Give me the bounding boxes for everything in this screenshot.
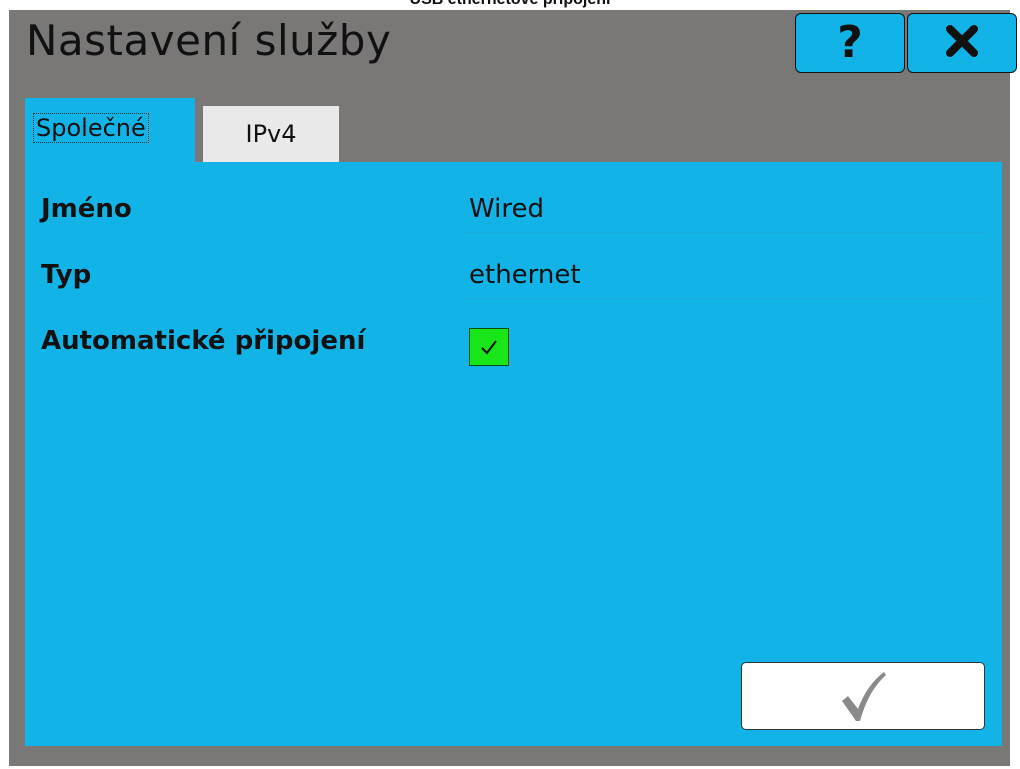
tab-ipv4[interactable]: IPv4 [203, 106, 339, 162]
type-value: ethernet [469, 260, 581, 290]
check-icon [481, 340, 497, 355]
help-button[interactable]: ? [795, 13, 905, 73]
name-label: Jméno [41, 194, 132, 224]
checkmark-icon [842, 672, 886, 721]
settings-dialog: Nastavení služby ? Jméno Wired Typ ether… [9, 10, 1017, 766]
tab-panel-common: Jméno Wired Typ ethernet Automatické při… [25, 162, 1002, 746]
confirm-button[interactable] [741, 662, 985, 730]
type-label: Typ [41, 260, 92, 290]
close-button[interactable] [907, 13, 1017, 73]
tab-common[interactable]: Společné [25, 98, 195, 176]
tab-ipv4-label: IPv4 [245, 120, 297, 148]
tab-common-label: Společné [33, 113, 149, 143]
window-caption: USB ethernetové připojení [0, 0, 1020, 9]
grid-divider [465, 232, 985, 233]
dialog-title: Nastavení služby [26, 16, 392, 65]
close-icon [945, 24, 979, 62]
grid-divider [465, 298, 985, 299]
auto-connect-checkbox[interactable] [469, 328, 509, 366]
help-label: ? [837, 17, 863, 68]
auto-connect-label: Automatické připojení [41, 326, 366, 356]
name-value: Wired [469, 194, 544, 224]
